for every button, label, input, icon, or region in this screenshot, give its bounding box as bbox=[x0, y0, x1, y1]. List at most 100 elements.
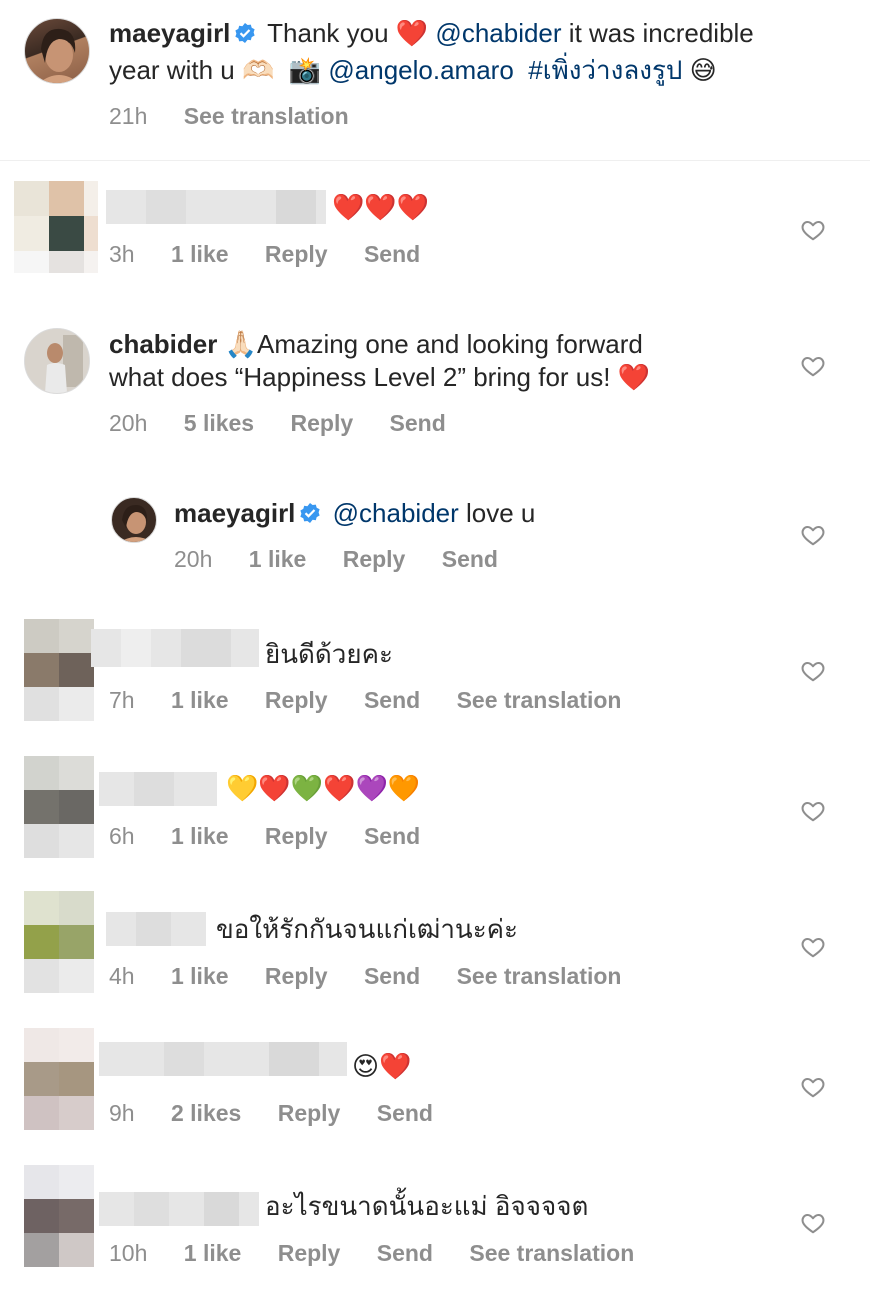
send-button[interactable]: Send bbox=[364, 823, 420, 849]
see-translation-button[interactable]: See translation bbox=[457, 687, 622, 713]
caption-text-3: year with u bbox=[109, 55, 235, 85]
send-button[interactable]: Send bbox=[377, 1100, 433, 1126]
likes-count[interactable]: 2 likes bbox=[171, 1100, 241, 1126]
avatar-portrait bbox=[25, 329, 89, 393]
avatar-maeyagirl[interactable] bbox=[24, 18, 90, 84]
see-translation-button[interactable]: See translation bbox=[457, 963, 622, 989]
divider bbox=[0, 160, 870, 161]
like-heart-icon[interactable] bbox=[800, 353, 826, 379]
comment-8-text: อะไรขนาดนั้นอะแม่ อิจจจจต bbox=[265, 1191, 589, 1221]
mention-chabider-link[interactable]: @chabider bbox=[435, 18, 561, 48]
see-translation-button[interactable]: See translation bbox=[469, 1240, 634, 1266]
caption-time: 21h bbox=[109, 103, 148, 129]
mention-angelo-link[interactable]: @angelo.amaro bbox=[328, 55, 513, 85]
like-heart-icon[interactable] bbox=[800, 798, 826, 824]
comment-username[interactable]: maeyagirl bbox=[174, 498, 295, 528]
comment-5-text: 💛❤️💚❤️💜🧡 bbox=[226, 771, 420, 805]
comment-1-meta: 3h 1 like Reply Send bbox=[109, 241, 450, 268]
caption-text-2: it was incredible bbox=[568, 18, 754, 48]
comment-7-meta: 9h 2 likes Reply Send bbox=[109, 1100, 463, 1127]
reply-button[interactable]: Reply bbox=[343, 546, 406, 572]
comment-6-text: ขอให้รักกันจนแก่เฒ่านะค่ะ bbox=[216, 914, 519, 944]
caption-text-1: Thank you bbox=[267, 18, 389, 48]
caption-line-2: year with u 🫶🏻 📸 @angelo.amaro #เพิ่งว่า… bbox=[109, 53, 717, 87]
comment-time: 4h bbox=[109, 963, 135, 989]
reply-button[interactable]: Reply bbox=[265, 687, 328, 713]
comment-username[interactable]: chabider bbox=[109, 329, 217, 359]
like-heart-icon[interactable] bbox=[800, 217, 826, 243]
comment-1-emojis: ❤️❤️❤️ bbox=[332, 192, 430, 222]
like-heart-icon[interactable] bbox=[800, 1074, 826, 1100]
reply-button[interactable]: Reply bbox=[265, 241, 328, 267]
comment-time: 9h bbox=[109, 1100, 135, 1126]
avatar-portrait bbox=[39, 28, 79, 83]
send-button[interactable]: Send bbox=[377, 1240, 433, 1266]
avatar-blurred[interactable] bbox=[24, 756, 94, 858]
username-blurred[interactable] bbox=[106, 912, 206, 946]
comment-2-line-1: chabider 🙏🏻Amazing one and looking forwa… bbox=[109, 327, 643, 361]
reply-button[interactable]: Reply bbox=[265, 963, 328, 989]
comment-8-meta: 10h 1 like Reply Send See translation bbox=[109, 1240, 664, 1267]
comment-time: 7h bbox=[109, 687, 135, 713]
username-blurred[interactable] bbox=[91, 629, 259, 667]
likes-count[interactable]: 1 like bbox=[171, 963, 229, 989]
hashtag-link[interactable]: #เพิ่งว่างลงรูป bbox=[528, 55, 682, 85]
like-heart-icon[interactable] bbox=[800, 1210, 826, 1236]
send-button[interactable]: Send bbox=[364, 687, 420, 713]
verified-badge-icon bbox=[299, 498, 321, 523]
reply-button[interactable]: Reply bbox=[291, 410, 354, 436]
caption-see-translation[interactable]: See translation bbox=[184, 103, 349, 129]
reply-button[interactable]: Reply bbox=[278, 1100, 341, 1126]
username-blurred[interactable] bbox=[99, 1042, 347, 1076]
avatar-blurred[interactable] bbox=[14, 181, 98, 273]
send-button[interactable]: Send bbox=[364, 963, 420, 989]
avatar-portrait bbox=[120, 504, 152, 542]
avatar-blurred[interactable] bbox=[24, 619, 94, 721]
comment-5-emojis: 💛❤️💚❤️💜🧡 bbox=[226, 773, 421, 803]
avatar-blurred[interactable] bbox=[24, 1165, 94, 1267]
likes-count[interactable]: 5 likes bbox=[184, 410, 254, 436]
caption-meta: 21h See translation bbox=[109, 103, 379, 130]
comment-2-text-1: 🙏🏻Amazing one and looking forward bbox=[224, 329, 643, 359]
heart-hands-emoji-icon: 🫶🏻 bbox=[241, 55, 275, 85]
comment-time: 20h bbox=[109, 410, 148, 436]
username-blurred[interactable] bbox=[99, 1192, 259, 1226]
avatar-blurred[interactable] bbox=[24, 1028, 94, 1130]
caption-username[interactable]: maeyagirl bbox=[109, 18, 230, 48]
reply-button[interactable]: Reply bbox=[278, 1240, 341, 1266]
avatar-maeyagirl-reply[interactable] bbox=[111, 497, 157, 543]
comment-2-text-2: what does “Happiness Level 2” bring for … bbox=[109, 362, 651, 392]
comment-time: 20h bbox=[174, 546, 213, 572]
comment-1-text: ❤️❤️❤️ bbox=[332, 190, 429, 224]
caption-line-1: maeyagirl Thank you ❤️ @chabider it was … bbox=[109, 16, 754, 50]
comment-time: 6h bbox=[109, 823, 135, 849]
comment-2-meta: 20h 5 likes Reply Send bbox=[109, 410, 476, 437]
comment-4-meta: 7h 1 like Reply Send See translation bbox=[109, 687, 651, 714]
likes-count[interactable]: 1 like bbox=[184, 1240, 242, 1266]
send-button[interactable]: Send bbox=[390, 410, 446, 436]
username-blurred[interactable] bbox=[99, 772, 217, 806]
send-button[interactable]: Send bbox=[364, 241, 420, 267]
comment-6-meta: 4h 1 like Reply Send See translation bbox=[109, 963, 651, 990]
avatar-blurred[interactable] bbox=[24, 891, 94, 993]
camera-flash-emoji-icon: 📸 bbox=[288, 55, 322, 85]
avatar-chabider[interactable] bbox=[24, 328, 90, 394]
send-button[interactable]: Send bbox=[442, 546, 498, 572]
comment-3-text: love u bbox=[466, 498, 536, 528]
likes-count[interactable]: 1 like bbox=[249, 546, 307, 572]
comment-time: 10h bbox=[109, 1240, 148, 1266]
red-heart-emoji-icon: ❤️ bbox=[395, 18, 429, 48]
like-heart-icon[interactable] bbox=[800, 522, 826, 548]
comment-5-meta: 6h 1 like Reply Send bbox=[109, 823, 450, 850]
comment-7-text: 😍❤️ bbox=[352, 1049, 411, 1083]
likes-count[interactable]: 1 like bbox=[171, 241, 229, 267]
like-heart-icon[interactable] bbox=[800, 658, 826, 684]
mention-chabider-link[interactable]: @chabider bbox=[333, 498, 459, 528]
username-blurred[interactable] bbox=[106, 190, 326, 224]
reply-button[interactable]: Reply bbox=[265, 823, 328, 849]
likes-count[interactable]: 1 like bbox=[171, 823, 229, 849]
like-heart-icon[interactable] bbox=[800, 934, 826, 960]
comment-time: 3h bbox=[109, 241, 135, 267]
likes-count[interactable]: 1 like bbox=[171, 687, 229, 713]
verified-badge-icon bbox=[234, 18, 256, 43]
